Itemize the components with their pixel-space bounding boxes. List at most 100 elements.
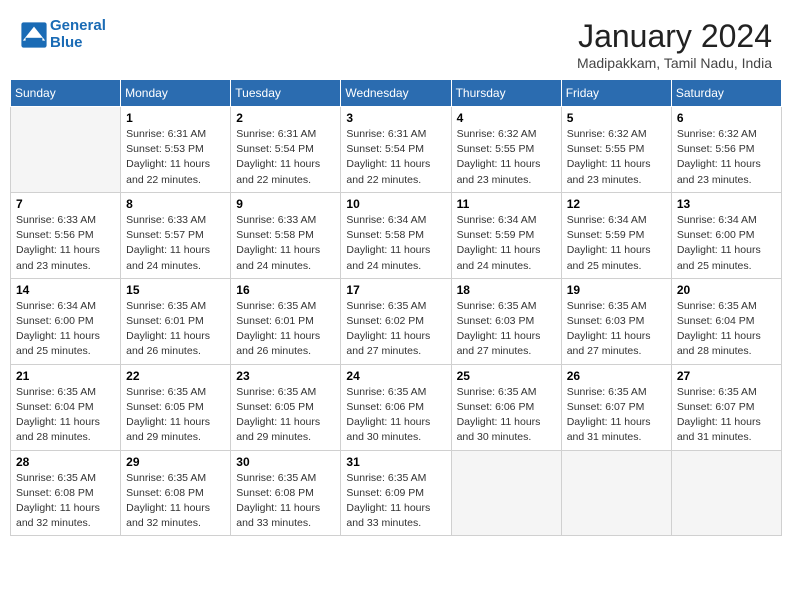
day-number: 4 [457, 111, 556, 125]
day-number: 19 [567, 283, 666, 297]
day-info: Sunrise: 6:35 AMSunset: 6:05 PMDaylight:… [126, 385, 225, 446]
day-number: 24 [346, 369, 445, 383]
day-info: Sunrise: 6:34 AMSunset: 5:59 PMDaylight:… [567, 213, 666, 274]
day-number: 10 [346, 197, 445, 211]
calendar-cell: 5 Sunrise: 6:32 AMSunset: 5:55 PMDayligh… [561, 107, 671, 193]
logo-text: General Blue [50, 18, 106, 51]
calendar-cell: 9 Sunrise: 6:33 AMSunset: 5:58 PMDayligh… [231, 192, 341, 278]
calendar-cell: 2 Sunrise: 6:31 AMSunset: 5:54 PMDayligh… [231, 107, 341, 193]
day-info: Sunrise: 6:31 AMSunset: 5:53 PMDaylight:… [126, 127, 225, 188]
day-info: Sunrise: 6:35 AMSunset: 6:03 PMDaylight:… [567, 299, 666, 360]
calendar-cell: 11 Sunrise: 6:34 AMSunset: 5:59 PMDaylig… [451, 192, 561, 278]
day-info: Sunrise: 6:35 AMSunset: 6:01 PMDaylight:… [236, 299, 335, 360]
calendar-cell: 20 Sunrise: 6:35 AMSunset: 6:04 PMDaylig… [671, 278, 781, 364]
calendar-cell: 25 Sunrise: 6:35 AMSunset: 6:06 PMDaylig… [451, 364, 561, 450]
day-number: 13 [677, 197, 776, 211]
day-number: 27 [677, 369, 776, 383]
weekday-header-row: SundayMondayTuesdayWednesdayThursdayFrid… [11, 80, 782, 107]
day-number: 31 [346, 455, 445, 469]
day-info: Sunrise: 6:35 AMSunset: 6:08 PMDaylight:… [236, 471, 335, 532]
calendar-cell: 18 Sunrise: 6:35 AMSunset: 6:03 PMDaylig… [451, 278, 561, 364]
calendar-cell: 1 Sunrise: 6:31 AMSunset: 5:53 PMDayligh… [121, 107, 231, 193]
day-number: 3 [346, 111, 445, 125]
calendar-cell [451, 450, 561, 536]
calendar-cell: 8 Sunrise: 6:33 AMSunset: 5:57 PMDayligh… [121, 192, 231, 278]
calendar-cell [11, 107, 121, 193]
page-header: General Blue January 2024 Madipakkam, Ta… [10, 10, 782, 75]
day-info: Sunrise: 6:35 AMSunset: 6:02 PMDaylight:… [346, 299, 445, 360]
day-info: Sunrise: 6:35 AMSunset: 6:07 PMDaylight:… [677, 385, 776, 446]
calendar-cell: 29 Sunrise: 6:35 AMSunset: 6:08 PMDaylig… [121, 450, 231, 536]
day-info: Sunrise: 6:35 AMSunset: 6:01 PMDaylight:… [126, 299, 225, 360]
weekday-header-saturday: Saturday [671, 80, 781, 107]
calendar-cell: 28 Sunrise: 6:35 AMSunset: 6:08 PMDaylig… [11, 450, 121, 536]
day-number: 11 [457, 197, 556, 211]
day-number: 16 [236, 283, 335, 297]
day-info: Sunrise: 6:33 AMSunset: 5:56 PMDaylight:… [16, 213, 115, 274]
day-number: 15 [126, 283, 225, 297]
calendar-cell: 17 Sunrise: 6:35 AMSunset: 6:02 PMDaylig… [341, 278, 451, 364]
calendar-cell: 23 Sunrise: 6:35 AMSunset: 6:05 PMDaylig… [231, 364, 341, 450]
day-info: Sunrise: 6:34 AMSunset: 6:00 PMDaylight:… [677, 213, 776, 274]
day-info: Sunrise: 6:31 AMSunset: 5:54 PMDaylight:… [346, 127, 445, 188]
day-number: 8 [126, 197, 225, 211]
calendar-cell: 7 Sunrise: 6:33 AMSunset: 5:56 PMDayligh… [11, 192, 121, 278]
calendar-cell: 31 Sunrise: 6:35 AMSunset: 6:09 PMDaylig… [341, 450, 451, 536]
day-number: 7 [16, 197, 115, 211]
calendar-cell: 15 Sunrise: 6:35 AMSunset: 6:01 PMDaylig… [121, 278, 231, 364]
day-number: 14 [16, 283, 115, 297]
calendar-table: SundayMondayTuesdayWednesdayThursdayFrid… [10, 79, 782, 536]
week-row-3: 14 Sunrise: 6:34 AMSunset: 6:00 PMDaylig… [11, 278, 782, 364]
week-row-1: 1 Sunrise: 6:31 AMSunset: 5:53 PMDayligh… [11, 107, 782, 193]
day-number: 6 [677, 111, 776, 125]
day-number: 28 [16, 455, 115, 469]
day-number: 1 [126, 111, 225, 125]
week-row-4: 21 Sunrise: 6:35 AMSunset: 6:04 PMDaylig… [11, 364, 782, 450]
week-row-2: 7 Sunrise: 6:33 AMSunset: 5:56 PMDayligh… [11, 192, 782, 278]
day-number: 5 [567, 111, 666, 125]
logo-icon [20, 21, 48, 49]
day-number: 9 [236, 197, 335, 211]
day-info: Sunrise: 6:35 AMSunset: 6:08 PMDaylight:… [126, 471, 225, 532]
day-number: 18 [457, 283, 556, 297]
calendar-cell: 24 Sunrise: 6:35 AMSunset: 6:06 PMDaylig… [341, 364, 451, 450]
calendar-cell: 12 Sunrise: 6:34 AMSunset: 5:59 PMDaylig… [561, 192, 671, 278]
calendar-cell: 22 Sunrise: 6:35 AMSunset: 6:05 PMDaylig… [121, 364, 231, 450]
day-number: 21 [16, 369, 115, 383]
day-info: Sunrise: 6:32 AMSunset: 5:55 PMDaylight:… [567, 127, 666, 188]
calendar-cell: 3 Sunrise: 6:31 AMSunset: 5:54 PMDayligh… [341, 107, 451, 193]
calendar-cell: 19 Sunrise: 6:35 AMSunset: 6:03 PMDaylig… [561, 278, 671, 364]
day-number: 30 [236, 455, 335, 469]
day-info: Sunrise: 6:34 AMSunset: 5:58 PMDaylight:… [346, 213, 445, 274]
calendar-cell [561, 450, 671, 536]
weekday-header-monday: Monday [121, 80, 231, 107]
weekday-header-wednesday: Wednesday [341, 80, 451, 107]
week-row-5: 28 Sunrise: 6:35 AMSunset: 6:08 PMDaylig… [11, 450, 782, 536]
day-info: Sunrise: 6:35 AMSunset: 6:07 PMDaylight:… [567, 385, 666, 446]
day-number: 26 [567, 369, 666, 383]
day-info: Sunrise: 6:31 AMSunset: 5:54 PMDaylight:… [236, 127, 335, 188]
calendar-cell: 26 Sunrise: 6:35 AMSunset: 6:07 PMDaylig… [561, 364, 671, 450]
calendar-cell: 30 Sunrise: 6:35 AMSunset: 6:08 PMDaylig… [231, 450, 341, 536]
day-number: 17 [346, 283, 445, 297]
title-section: January 2024 Madipakkam, Tamil Nadu, Ind… [577, 18, 772, 71]
day-info: Sunrise: 6:35 AMSunset: 6:06 PMDaylight:… [346, 385, 445, 446]
day-info: Sunrise: 6:35 AMSunset: 6:03 PMDaylight:… [457, 299, 556, 360]
logo: General Blue [20, 18, 106, 51]
day-info: Sunrise: 6:32 AMSunset: 5:56 PMDaylight:… [677, 127, 776, 188]
month-title: January 2024 [577, 18, 772, 55]
day-number: 25 [457, 369, 556, 383]
calendar-cell: 27 Sunrise: 6:35 AMSunset: 6:07 PMDaylig… [671, 364, 781, 450]
weekday-header-thursday: Thursday [451, 80, 561, 107]
day-info: Sunrise: 6:33 AMSunset: 5:58 PMDaylight:… [236, 213, 335, 274]
weekday-header-friday: Friday [561, 80, 671, 107]
calendar-cell: 6 Sunrise: 6:32 AMSunset: 5:56 PMDayligh… [671, 107, 781, 193]
day-info: Sunrise: 6:35 AMSunset: 6:04 PMDaylight:… [677, 299, 776, 360]
day-info: Sunrise: 6:34 AMSunset: 5:59 PMDaylight:… [457, 213, 556, 274]
day-info: Sunrise: 6:33 AMSunset: 5:57 PMDaylight:… [126, 213, 225, 274]
weekday-header-tuesday: Tuesday [231, 80, 341, 107]
weekday-header-sunday: Sunday [11, 80, 121, 107]
day-number: 12 [567, 197, 666, 211]
calendar-cell: 16 Sunrise: 6:35 AMSunset: 6:01 PMDaylig… [231, 278, 341, 364]
day-number: 2 [236, 111, 335, 125]
